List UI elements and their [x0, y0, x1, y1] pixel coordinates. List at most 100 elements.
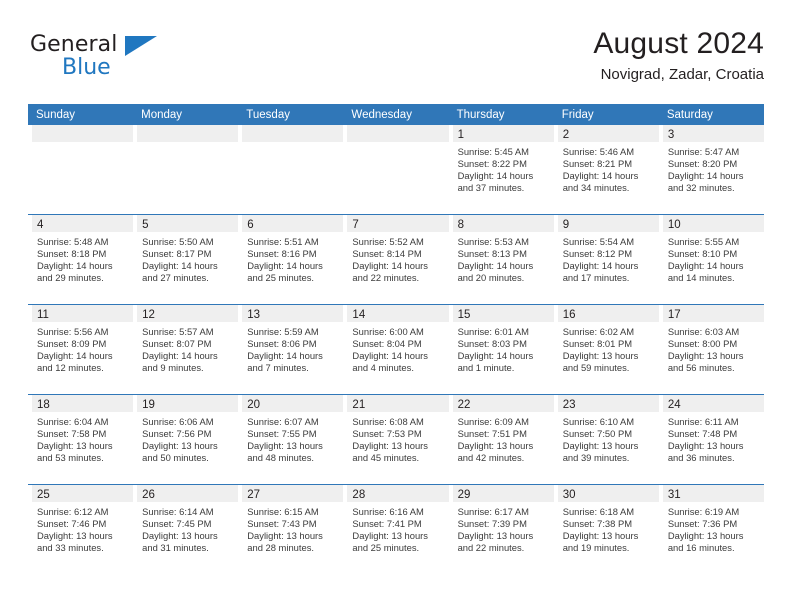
day-cell[interactable]: 17 Sunrise: 6:03 AM Sunset: 8:00 PM Dayligh…: [658, 305, 764, 394]
day-cell[interactable]: 11 Sunrise: 5:56 AM Sunset: 8:09 PM Dayligh…: [28, 305, 134, 394]
daylight-text-line1: Daylight: 13 hours: [562, 440, 639, 452]
daylight-text-line2: and 20 minutes.: [457, 272, 525, 284]
day-cell[interactable]: 1 Sunrise: 5:45 AM Sunset: 8:22 PM Daylight…: [448, 125, 554, 214]
day-cell[interactable]: 19 Sunrise: 6:06 AM Sunset: 7:56 PM Dayligh…: [133, 395, 239, 484]
sunset-text: Sunset: 8:22 PM: [457, 158, 527, 170]
day-sun-info: Sunrise: 6:00 AM Sunset: 8:04 PM Daylight:…: [343, 322, 448, 374]
daylight-text-line2: and 9 minutes.: [142, 362, 204, 374]
weekday-header-friday: Friday: [561, 109, 594, 121]
day-sun-info: Sunrise: 6:14 AM Sunset: 7:45 PM Daylight:…: [133, 502, 238, 554]
day-cell[interactable]: 30 Sunrise: 6:18 AM Sunset: 7:38 PM Dayligh…: [553, 485, 659, 574]
day-number-band: 13: [242, 305, 344, 322]
day-sun-info: Sunrise: 5:51 AM Sunset: 8:16 PM Daylight:…: [238, 232, 343, 284]
daylight-text-line2: and 59 minutes.: [562, 362, 630, 374]
sunrise-text: Sunrise: 5:51 AM: [247, 236, 319, 247]
sunrise-text: Sunrise: 5:50 AM: [142, 236, 214, 247]
day-cell[interactable]: 14 Sunrise: 6:00 AM Sunset: 8:04 PM Dayligh…: [343, 305, 449, 394]
day-cell[interactable]: 5 Sunrise: 5:50 AM Sunset: 8:17 PM Daylight…: [133, 215, 239, 304]
day-sun-info: Sunrise: 5:59 AM Sunset: 8:06 PM Daylight:…: [238, 322, 343, 374]
day-number: 15: [457, 309, 471, 321]
day-number: 13: [247, 309, 261, 321]
daylight-text-line2: and 53 minutes.: [37, 452, 104, 464]
weekday-header-tuesday: Tuesday: [246, 109, 290, 121]
day-cell[interactable]: 27 Sunrise: 6:15 AM Sunset: 7:43 PM Dayligh…: [238, 485, 344, 574]
day-number: 24: [667, 399, 681, 411]
day-number-band: 23: [557, 395, 659, 412]
day-sun-info: Sunrise: 5:45 AM Sunset: 8:22 PM Daylight:…: [449, 142, 554, 194]
daylight-text-line1: Daylight: 14 hours: [142, 350, 218, 362]
day-cell[interactable]: 18 Sunrise: 6:04 AM Sunset: 7:58 PM Dayligh…: [28, 395, 134, 484]
day-number: 25: [37, 489, 50, 501]
day-cell[interactable]: 6 Sunrise: 5:51 AM Sunset: 8:16 PM Daylight…: [238, 215, 344, 304]
day-number-band: 11: [32, 305, 134, 322]
daylight-text-line1: Daylight: 14 hours: [457, 260, 534, 272]
day-cell[interactable]: 3 Sunrise: 5:47 AM Sunset: 8:20 PM Daylight…: [658, 125, 764, 214]
day-sun-info: Sunrise: 5:46 AM Sunset: 8:21 PM Daylight:…: [554, 142, 659, 194]
sunset-text: Sunset: 8:06 PM: [247, 338, 317, 350]
logo-triangle-icon: [125, 36, 157, 56]
day-cell[interactable]: 20 Sunrise: 6:07 AM Sunset: 7:55 PM Dayligh…: [238, 395, 344, 484]
day-cell[interactable]: 7 Sunrise: 5:52 AM Sunset: 8:14 PM Daylight…: [343, 215, 449, 304]
sunrise-text: Sunrise: 6:09 AM: [457, 416, 529, 427]
day-cell[interactable]: 16 Sunrise: 6:02 AM Sunset: 8:01 PM Dayligh…: [553, 305, 659, 394]
day-cell[interactable]: 21 Sunrise: 6:08 AM Sunset: 7:53 PM Dayligh…: [343, 395, 449, 484]
day-cell[interactable]: 12 Sunrise: 5:57 AM Sunset: 8:07 PM Dayligh…: [133, 305, 239, 394]
sunset-text: Sunset: 8:00 PM: [667, 338, 738, 350]
page-title: August 2024: [593, 27, 764, 60]
day-number-band: 12: [137, 305, 239, 322]
day-number-band: 27: [242, 485, 344, 502]
sunset-text: Sunset: 7:43 PM: [247, 518, 317, 530]
daylight-text-line1: Daylight: 14 hours: [457, 350, 534, 362]
sunset-text: Sunset: 7:51 PM: [457, 428, 527, 440]
sunrise-text: Sunrise: 6:18 AM: [562, 506, 635, 517]
day-number: 31: [667, 489, 681, 501]
day-cell[interactable]: 31 Sunrise: 6:19 AM Sunset: 7:36 PM Dayligh…: [658, 485, 764, 574]
daylight-text-line2: and 22 minutes.: [352, 272, 420, 284]
day-cell[interactable]: 8 Sunrise: 5:53 AM Sunset: 8:13 PM Daylight…: [448, 215, 554, 304]
daylight-text-line1: Daylight: 14 hours: [562, 260, 639, 272]
calendar-grid: Sunday Monday Tuesday Wednesday Thursday Frid…: [28, 104, 764, 574]
sunrise-text: Sunrise: 5:54 AM: [562, 236, 635, 247]
day-cell[interactable]: 4 Sunrise: 5:48 AM Sunset: 8:18 PM Daylight…: [28, 215, 134, 304]
day-number-band: 24: [662, 395, 764, 412]
sunset-text: Sunset: 8:14 PM: [352, 248, 422, 260]
daylight-text-line1: Daylight: 13 hours: [457, 530, 534, 542]
day-cell[interactable]: 29 Sunrise: 6:17 AM Sunset: 7:39 PM Dayligh…: [448, 485, 554, 574]
daylight-text-line2: and 32 minutes.: [667, 182, 735, 194]
daylight-text-line1: Daylight: 13 hours: [667, 530, 744, 542]
day-cell[interactable]: 28 Sunrise: 6:16 AM Sunset: 7:41 PM Dayligh…: [343, 485, 449, 574]
day-cell[interactable]: 26 Sunrise: 6:14 AM Sunset: 7:45 PM Dayligh…: [133, 485, 239, 574]
day-number-band: 8: [452, 215, 554, 232]
sunset-text: Sunset: 8:01 PM: [562, 338, 633, 350]
day-cell[interactable]: 25 Sunrise: 6:12 AM Sunset: 7:46 PM Dayligh…: [28, 485, 134, 574]
day-number-band: 22: [452, 395, 554, 412]
daylight-text-line2: and 16 minutes.: [667, 542, 735, 554]
day-cell[interactable]: 24 Sunrise: 6:11 AM Sunset: 7:48 PM Dayligh…: [658, 395, 764, 484]
sunrise-text: Sunrise: 6:19 AM: [667, 506, 740, 517]
weekday-header-sunday: Sunday: [36, 109, 76, 121]
day-number-band: 3: [662, 125, 764, 142]
day-number-band: 28: [347, 485, 449, 502]
sunset-text: Sunset: 7:56 PM: [142, 428, 212, 440]
day-cell[interactable]: 13 Sunrise: 5:59 AM Sunset: 8:06 PM Dayligh…: [238, 305, 344, 394]
sunset-text: Sunset: 7:50 PM: [562, 428, 633, 440]
daylight-text-line2: and 25 minutes.: [352, 542, 420, 554]
day-cell[interactable]: 10 Sunrise: 5:55 AM Sunset: 8:10 PM Dayligh…: [658, 215, 764, 304]
day-cell[interactable]: 22 Sunrise: 6:09 AM Sunset: 7:51 PM Dayligh…: [448, 395, 554, 484]
daylight-text-line1: Daylight: 14 hours: [37, 350, 113, 362]
day-number: 26: [142, 489, 155, 501]
daylight-text-line2: and 39 minutes.: [562, 452, 630, 464]
day-cell[interactable]: 9 Sunrise: 5:54 AM Sunset: 8:12 PM Daylight…: [553, 215, 659, 304]
day-cell[interactable]: 2 Sunrise: 5:46 AM Sunset: 8:21 PM Daylight…: [553, 125, 659, 214]
daylight-text-line2: and 50 minutes.: [142, 452, 209, 464]
sunrise-text: Sunrise: 6:07 AM: [247, 416, 319, 427]
generalblue-logo[interactable]: General Blue: [30, 34, 210, 86]
sunrise-text: Sunrise: 5:46 AM: [562, 146, 635, 157]
day-cell[interactable]: 15 Sunrise: 6:01 AM Sunset: 8:03 PM Dayligh…: [448, 305, 554, 394]
day-cell[interactable]: 23 Sunrise: 6:10 AM Sunset: 7:50 PM Dayligh…: [553, 395, 659, 484]
day-number: 4: [37, 219, 44, 231]
daylight-text-line2: and 7 minutes.: [247, 362, 309, 374]
day-number-band: [242, 125, 344, 142]
daylight-text-line1: Daylight: 14 hours: [352, 260, 428, 272]
weekday-header-thursday: Thursday: [456, 109, 505, 121]
